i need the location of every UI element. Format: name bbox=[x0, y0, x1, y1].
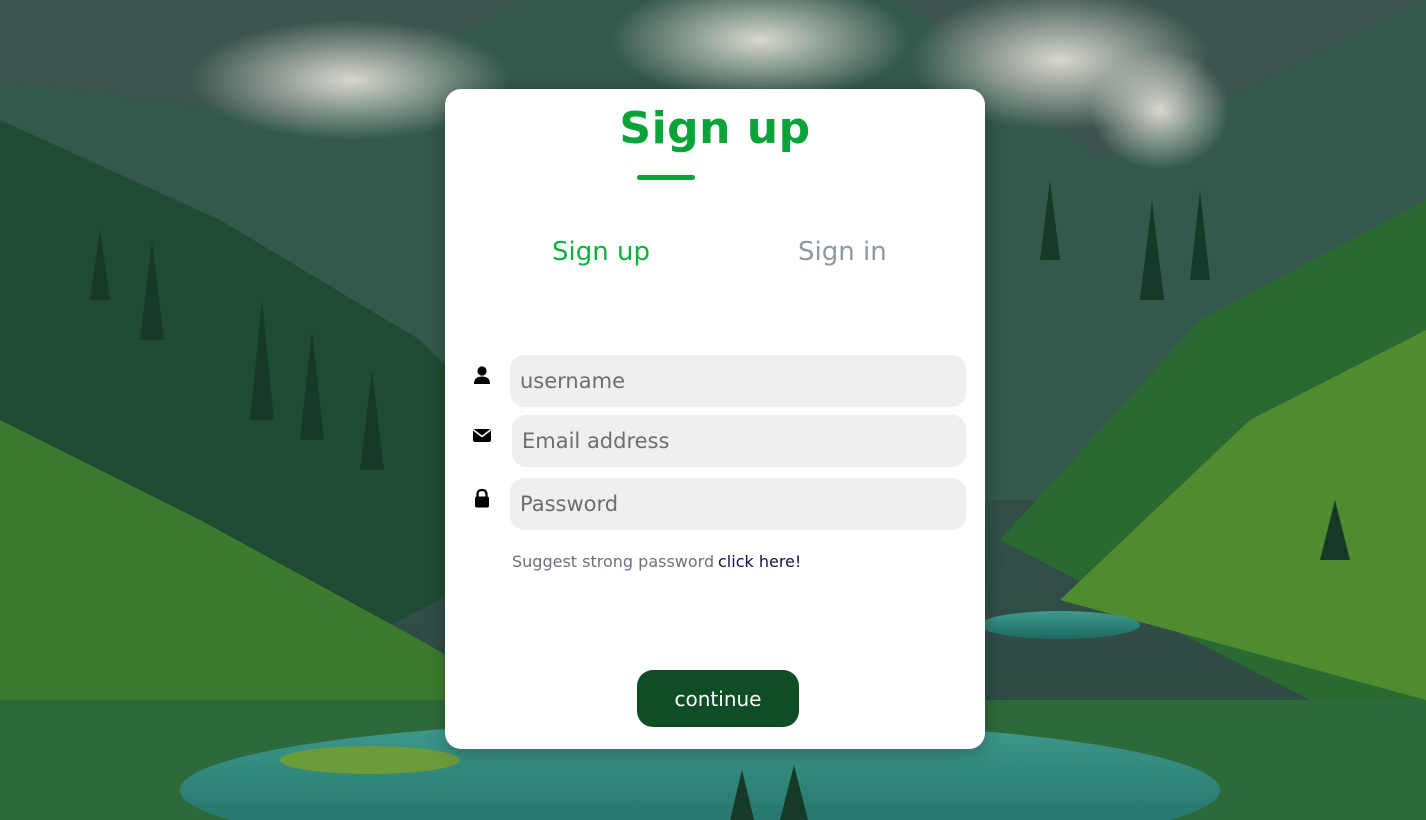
email-row bbox=[445, 415, 985, 469]
username-row bbox=[445, 355, 985, 409]
lock-icon bbox=[472, 488, 492, 508]
signup-card: Sign up Sign up Sign in Sug bbox=[445, 89, 985, 749]
username-input[interactable] bbox=[510, 355, 966, 407]
envelope-icon bbox=[472, 425, 492, 445]
page-title: Sign up bbox=[619, 103, 811, 154]
continue-button[interactable]: continue bbox=[637, 670, 799, 727]
password-hint-text: Suggest strong password bbox=[512, 552, 715, 571]
suggest-password-link[interactable]: click here! bbox=[718, 552, 801, 571]
title-underline bbox=[637, 175, 695, 180]
tab-sign-up[interactable]: Sign up bbox=[552, 237, 650, 267]
email-input[interactable] bbox=[512, 415, 966, 467]
password-row bbox=[445, 478, 985, 532]
tab-sign-in[interactable]: Sign in bbox=[798, 237, 887, 267]
password-input[interactable] bbox=[510, 478, 966, 530]
user-icon bbox=[472, 365, 492, 385]
